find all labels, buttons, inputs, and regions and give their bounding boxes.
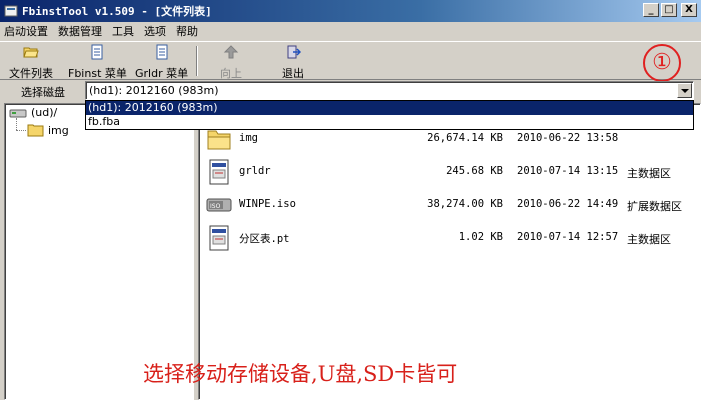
up-button[interactable]: 向上 [220, 44, 242, 81]
close-button[interactable]: X [681, 3, 697, 17]
fbinst-menu-label: Fbinst 菜单 [68, 67, 127, 80]
iso-icon: ISO [206, 198, 232, 212]
svg-text:ISO: ISO [210, 203, 221, 210]
folder-open-icon [23, 47, 39, 58]
toolbar: 文件列表 Fbinst 菜单 Grldr 菜单 向上 退出 [0, 41, 701, 80]
up-arrow-icon [223, 45, 239, 59]
grldr-menu-label: Grldr 菜单 [135, 67, 189, 80]
file-name: WINPE.iso [239, 198, 296, 210]
file-area: 主数据区 [627, 167, 671, 180]
tree-item-label: (ud)/ [31, 106, 58, 119]
disk-option-fba[interactable]: fb.fba [86, 115, 693, 129]
menu-bar: 启动设置 数据管理 工具 选项 帮助 [0, 22, 701, 40]
disk-select-value: (hd1): 2012160 (983m) [89, 84, 219, 97]
chevron-down-icon [681, 89, 689, 93]
disk-option-hd1[interactable]: (hd1): 2012160 (983m) [86, 101, 693, 115]
document-icon [209, 225, 229, 251]
document-icon [91, 44, 103, 60]
disk-select[interactable]: (hd1): 2012160 (983m) [85, 81, 694, 100]
menu-data-management[interactable]: 数据管理 [58, 23, 102, 39]
file-row[interactable]: ISO WINPE.iso 38,274.00 KB 2010-06-22 14… [199, 189, 699, 221]
file-size: 1.02 KB [458, 231, 503, 243]
disk-select-label: 选择磁盘 [21, 86, 65, 99]
annotation-text: 选择移动存储设备,U盘,SD卡皆可 [143, 362, 458, 386]
drive-icon [9, 109, 27, 117]
file-date: 2010-07-14 13:15 [517, 165, 619, 177]
file-date: 2010-07-14 12:57 [517, 231, 619, 243]
toolbar-separator [196, 46, 198, 76]
tree-connector [16, 118, 17, 130]
window-controls: _ □ X [643, 3, 697, 17]
exit-button[interactable]: 退出 [282, 44, 304, 81]
tree-item-img[interactable]: img [27, 123, 69, 137]
file-size: 26,674.14 KB [427, 132, 503, 144]
file-name: 分区表.pt [239, 233, 290, 245]
document-icon [209, 159, 229, 185]
menu-boot-settings[interactable]: 启动设置 [4, 23, 48, 39]
tree-item-label: img [48, 123, 69, 137]
file-area: 扩展数据区 [627, 200, 682, 213]
file-list: img 26,674.14 KB 2010-06-22 13:58 grldr … [198, 103, 701, 400]
menu-tools[interactable]: 工具 [112, 23, 134, 39]
menu-options[interactable]: 选项 [144, 23, 166, 39]
file-row[interactable]: 分区表.pt 1.02 KB 2010-07-14 12:57 主数据区 [199, 222, 699, 254]
exit-door-icon [287, 45, 302, 59]
tree-connector [16, 130, 26, 131]
minimize-button[interactable]: _ [643, 3, 659, 17]
grldr-menu-button[interactable]: Grldr 菜单 [135, 44, 188, 81]
file-name: img [239, 132, 258, 144]
menu-help[interactable]: 帮助 [176, 23, 198, 39]
exit-label: 退出 [282, 67, 304, 80]
up-label: 向上 [220, 67, 242, 80]
file-list-button[interactable]: 文件列表 [9, 44, 53, 81]
disk-dropdown-list: (hd1): 2012160 (983m) fb.fba [85, 100, 694, 130]
fbinst-menu-button[interactable]: Fbinst 菜单 [68, 44, 127, 81]
folder-tree: (ud)/ img [4, 103, 194, 400]
file-size: 38,274.00 KB [427, 198, 503, 210]
disk-dropdown-button[interactable] [677, 83, 692, 98]
file-row[interactable]: grldr 245.68 KB 2010-07-14 13:15 主数据区 [199, 156, 699, 188]
file-area: 主数据区 [627, 233, 671, 246]
title-bar: FbinstTool v1.509 - [文件列表] _ □ X [0, 0, 701, 22]
app-icon [4, 5, 18, 17]
document-icon [156, 44, 168, 60]
file-name: grldr [239, 165, 271, 177]
file-list-label: 文件列表 [9, 67, 53, 80]
maximize-button[interactable]: □ [661, 3, 677, 17]
folder-icon [27, 124, 44, 137]
file-date: 2010-06-22 13:58 [517, 132, 619, 144]
step-marker: ① [643, 44, 681, 82]
file-size: 245.68 KB [446, 165, 503, 177]
file-date: 2010-06-22 14:49 [517, 198, 619, 210]
window-title: FbinstTool v1.509 - [文件列表] [22, 5, 212, 18]
